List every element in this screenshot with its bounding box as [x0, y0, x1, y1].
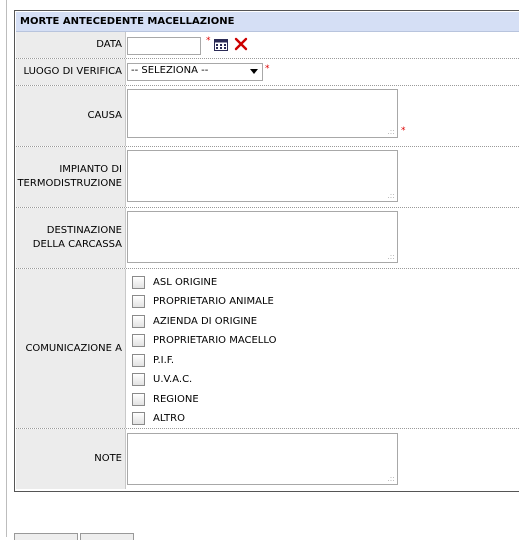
form-title: MORTE ANTECEDENTE MACELLAZIONE	[16, 12, 519, 32]
luogo-label: LUOGO DI VERIFICA	[16, 59, 126, 85]
row-destinazione: DESTINAZIONEDELLA CARCASSA .::	[16, 208, 519, 269]
data-label: DATA	[16, 32, 126, 58]
impianto-label-line1: IMPIANTO DI	[59, 164, 122, 175]
note-label: NOTE	[16, 429, 126, 489]
resize-grip-icon[interactable]: .::	[387, 127, 395, 136]
checkbox-azienda-di-origine[interactable]: AZIENDA DI ORIGINE	[132, 315, 257, 328]
checkbox-label: ASL ORIGINE	[153, 277, 218, 288]
row-note: NOTE .::	[16, 429, 519, 489]
note-textarea[interactable]: .::	[127, 433, 398, 485]
destinazione-label: DESTINAZIONE DELLA CARCASSA	[16, 208, 126, 268]
row-data: DATA *	[16, 32, 519, 59]
checkbox-label: PROPRIETARIO MACELLO	[153, 335, 277, 346]
checkbox-label: AZIENDA DI ORIGINE	[153, 316, 258, 327]
checkbox[interactable]	[132, 315, 145, 328]
checkbox-label: U.V.A.C.	[153, 374, 193, 385]
required-marker: *	[401, 126, 406, 136]
causa-textarea[interactable]: .::	[127, 89, 398, 138]
checkbox-proprietario-macello[interactable]: PROPRIETARIO MACELLO	[132, 334, 276, 347]
required-marker: *	[265, 64, 270, 74]
checkbox[interactable]	[132, 412, 145, 425]
checkbox[interactable]	[132, 393, 145, 406]
checkbox-label: REGIONE	[153, 394, 199, 405]
row-luogo: LUOGO DI VERIFICA -- SELEZIONA -- *	[16, 59, 519, 86]
checkbox-label: ALTRO	[153, 413, 185, 424]
date-input[interactable]	[127, 37, 201, 55]
checkbox-pif[interactable]: P.I.F.	[132, 354, 174, 367]
luogo-select[interactable]: -- SELEZIONA --	[127, 63, 263, 81]
button-bar	[14, 533, 134, 540]
checkbox-label: P.I.F.	[153, 355, 175, 366]
row-comunicazione: COMUNICAZIONE A ASL ORIGINE PROPRIETARIO…	[16, 269, 519, 429]
resize-grip-icon[interactable]: .::	[387, 191, 395, 200]
comunicazione-label: COMUNICAZIONE A	[16, 269, 126, 428]
impianto-textarea[interactable]: .::	[127, 150, 398, 202]
checkbox-asl-origine[interactable]: ASL ORIGINE	[132, 276, 217, 289]
checkbox[interactable]	[132, 354, 145, 367]
checkbox[interactable]	[132, 276, 145, 289]
row-impianto: IMPIANTO DITERMODISTRUZIONE .::	[16, 147, 519, 208]
checkbox-uvac[interactable]: U.V.A.C.	[132, 373, 192, 386]
clear-date-icon[interactable]	[234, 37, 248, 54]
calendar-icon[interactable]	[214, 39, 228, 54]
checkbox-label: PROPRIETARIO ANIMALE	[153, 296, 274, 307]
resize-grip-icon[interactable]: .::	[387, 474, 395, 483]
checkbox-regione[interactable]: REGIONE	[132, 393, 199, 406]
checkbox[interactable]	[132, 334, 145, 347]
destinazione-label-line2: DELLA CARCASSA	[32, 239, 122, 250]
chevron-down-icon	[250, 69, 258, 74]
checkbox[interactable]	[132, 373, 145, 386]
resize-grip-icon[interactable]: .::	[387, 252, 395, 261]
checkbox-altro[interactable]: ALTRO	[132, 412, 185, 425]
impianto-label: IMPIANTO DI TERMODISTRUZIONE	[16, 147, 126, 207]
row-causa: CAUSA .:: *	[16, 86, 519, 147]
impianto-label-line2: TERMODISTRUZIONE	[17, 178, 122, 189]
luogo-selected-value: -- SELEZIONA --	[131, 65, 209, 76]
causa-label: CAUSA	[16, 86, 126, 146]
destinazione-textarea[interactable]: .::	[127, 211, 398, 263]
form-panel: MORTE ANTECEDENTE MACELLAZIONE DATA * LU…	[14, 10, 519, 492]
required-marker: *	[206, 36, 211, 46]
checkbox-proprietario-animale[interactable]: PROPRIETARIO ANIMALE	[132, 295, 274, 308]
destinazione-label-line1: DESTINAZIONE	[46, 225, 122, 236]
checkbox[interactable]	[132, 295, 145, 308]
